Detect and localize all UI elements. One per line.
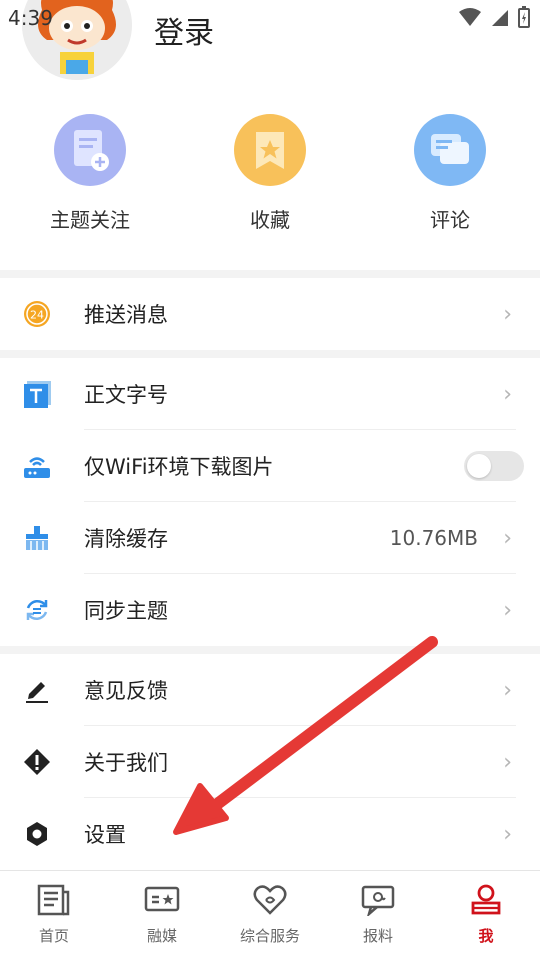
menu-item-label: 正文字号 (84, 383, 168, 407)
section-divider (0, 270, 540, 278)
gear-icon (22, 819, 52, 849)
wifi-images-toggle[interactable] (464, 451, 524, 481)
wifi-icon (459, 8, 481, 26)
nav-me[interactable]: 我 (432, 871, 540, 960)
media-card-icon (144, 883, 180, 917)
menu-item-settings[interactable]: 设置 › (0, 798, 540, 870)
broom-icon (22, 523, 52, 553)
chat-bubbles-icon (414, 114, 486, 186)
menu-item-label: 设置 (84, 823, 126, 847)
menu-item-label: 推送消息 (84, 303, 168, 327)
chevron-right-icon: › (503, 677, 512, 703)
toggle-knob (467, 454, 491, 478)
login-button[interactable]: 登录 (154, 8, 214, 52)
quick-action-favorites[interactable]: 收藏 (200, 114, 340, 233)
menu-item-label: 意见反馈 (84, 679, 168, 703)
chevron-right-icon: › (503, 381, 512, 407)
battery-icon (518, 6, 530, 28)
nav-home[interactable]: 首页 (0, 871, 108, 960)
signal-icon (492, 10, 508, 26)
section-divider (0, 350, 540, 358)
status-time: 4:39 (8, 6, 53, 30)
quick-action-topic-follow[interactable]: 主题关注 (20, 114, 160, 233)
document-add-icon (54, 114, 126, 186)
info-diamond-icon (22, 747, 52, 777)
nav-report[interactable]: 报料 (324, 871, 432, 960)
menu-item-font-size[interactable]: 正文字号 › (0, 358, 540, 430)
pencil-icon (22, 675, 52, 705)
quick-action-comments[interactable]: 评论 (380, 114, 520, 233)
bookmark-star-icon (234, 114, 306, 186)
menu-item-label: 关于我们 (84, 751, 168, 775)
quick-actions: 主题关注 收藏 评论 (0, 114, 540, 254)
chevron-right-icon: › (503, 301, 512, 327)
menu-item-label: 清除缓存 (84, 527, 168, 551)
nav-media[interactable]: 融媒 (108, 871, 216, 960)
quick-action-label: 主题关注 (50, 208, 130, 232)
person-icon (470, 883, 502, 917)
chevron-right-icon: › (503, 597, 512, 623)
report-tip-icon (361, 883, 395, 917)
menu-item-label: 同步主题 (84, 599, 168, 623)
quick-action-label: 收藏 (250, 208, 290, 232)
menu-item-wifi-images: 仅WiFi环境下载图片 (0, 430, 540, 502)
nav-label: 我 (478, 927, 494, 945)
section-divider (0, 646, 540, 654)
heart-service-icon (252, 883, 288, 917)
menu-item-about[interactable]: 关于我们 › (0, 726, 540, 798)
nav-label: 综合服务 (239, 927, 300, 945)
router-icon (22, 451, 52, 481)
newspaper-icon (37, 883, 71, 917)
menu-item-clear-cache[interactable]: 清除缓存 10.76MB › (0, 502, 540, 574)
chevron-right-icon: › (503, 525, 512, 551)
cache-size-value: 10.76MB (389, 526, 478, 550)
push-badge-icon: 24 (22, 299, 52, 329)
nav-label: 报料 (362, 927, 393, 945)
chevron-right-icon: › (503, 821, 512, 847)
nav-label: 融媒 (146, 927, 177, 945)
menu-item-feedback[interactable]: 意见反馈 › (0, 654, 540, 726)
nav-services[interactable]: 综合服务 (216, 871, 324, 960)
quick-action-label: 评论 (430, 208, 470, 232)
bottom-nav: 首页 融媒 综合服务 报料 我 (0, 870, 540, 960)
nav-label: 首页 (38, 927, 69, 945)
menu-item-push-messages[interactable]: 24 推送消息 › (0, 278, 540, 350)
menu-item-sync-theme[interactable]: 同步主题 › (0, 574, 540, 646)
text-size-icon (22, 379, 52, 409)
chevron-right-icon: › (503, 749, 512, 775)
status-icons (458, 6, 530, 28)
push-badge-text: 24 (30, 309, 44, 322)
menu-item-label: 仅WiFi环境下载图片 (84, 455, 274, 479)
sync-icon (22, 595, 52, 625)
